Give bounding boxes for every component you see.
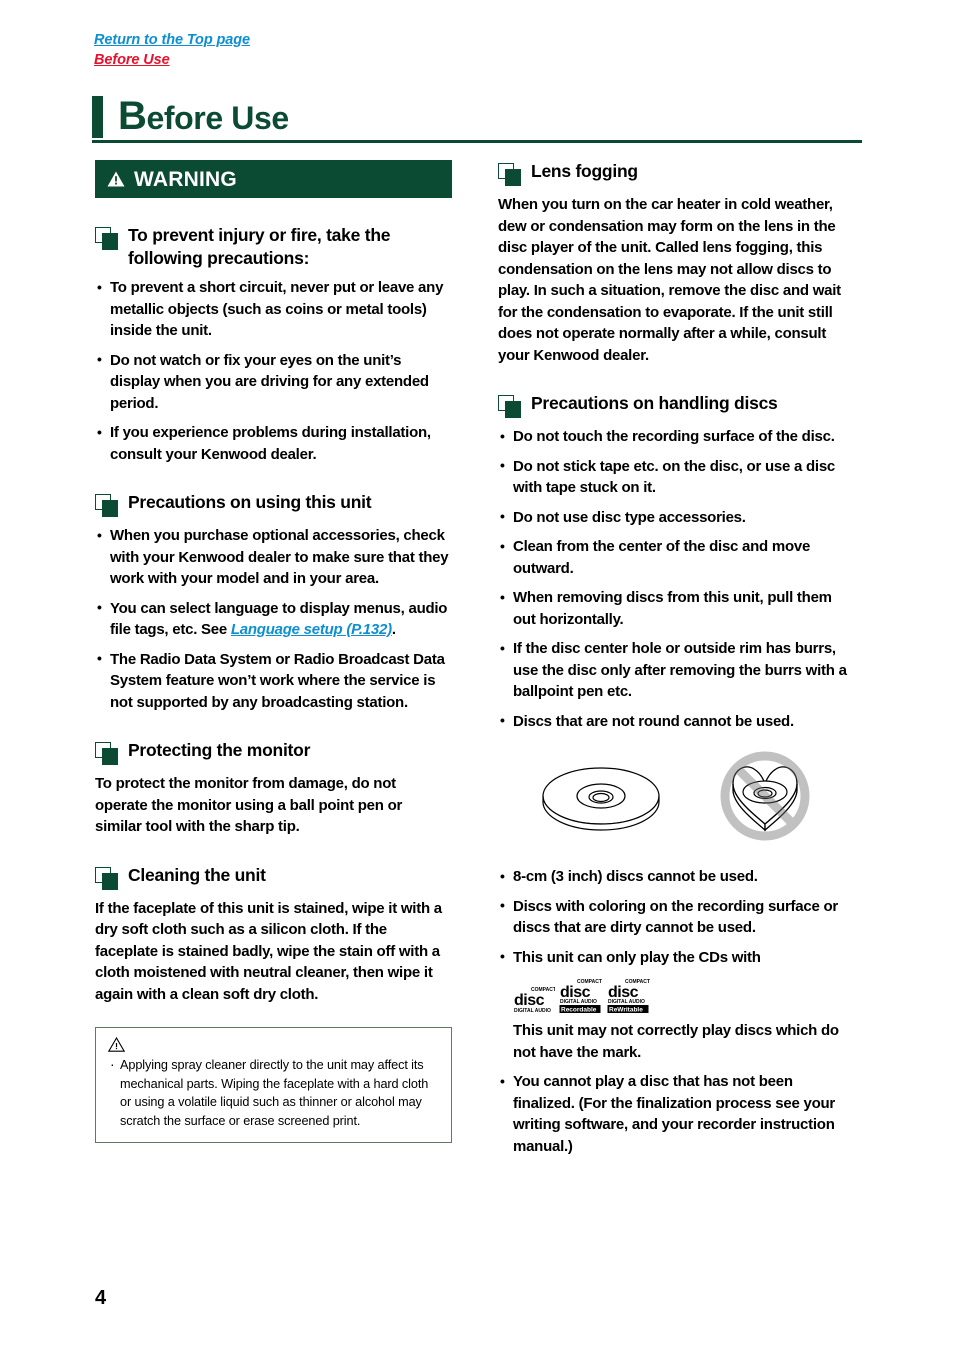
list-item-with-link: You can select language to display menus… bbox=[95, 597, 452, 641]
list-item-text-after: . bbox=[391, 621, 396, 638]
bullet-list-prevent-injury: To prevent a short circuit, never put or… bbox=[95, 277, 452, 465]
section-heading-precautions-using-unit: Precautions on using this unit bbox=[95, 491, 452, 518]
compact-disc-recordable-logo: COMPACT disc DIGITAL AUDIO Recordable bbox=[559, 979, 602, 1014]
warning-triangle-icon bbox=[107, 171, 125, 187]
paragraph-protecting-monitor: To protect the monitor from damage, do n… bbox=[95, 775, 403, 835]
section-title-lens-fogging: Lens fogging bbox=[531, 161, 638, 181]
list-item: The Radio Data System or Radio Broadcast… bbox=[95, 648, 452, 714]
breadcrumb-return-to-top-link[interactable]: Return to the Top page bbox=[94, 30, 794, 50]
list-item: Do not watch or fix your eyes on the uni… bbox=[95, 349, 452, 415]
svg-text:Recordable: Recordable bbox=[561, 1007, 597, 1014]
section-square-icon bbox=[498, 163, 524, 187]
page-title: Before Use bbox=[92, 94, 862, 146]
caution-box: Applying spray cleaner directly to the u… bbox=[95, 1027, 452, 1143]
section-title-precautions-using-unit: Precautions on using this unit bbox=[128, 492, 372, 512]
disc-illustrations bbox=[498, 748, 855, 848]
left-column: WARNING To prevent injury or fire, take … bbox=[95, 160, 452, 1143]
section-heading-protecting-monitor: Protecting the monitor bbox=[95, 739, 452, 766]
warning-banner: WARNING bbox=[95, 160, 452, 198]
section-title-protecting-monitor: Protecting the monitor bbox=[128, 740, 311, 760]
breadcrumb-current-before-use[interactable]: Before Use bbox=[94, 50, 794, 70]
page-title-remainder: efore Use bbox=[146, 100, 290, 136]
svg-text:DIGITAL AUDIO: DIGITAL AUDIO bbox=[560, 999, 597, 1005]
list-item: If you experience problems during instal… bbox=[95, 422, 452, 465]
svg-text:disc: disc bbox=[514, 992, 545, 1009]
compact-disc-rewritable-logo: COMPACT disc DIGITAL AUDIO ReWritable bbox=[607, 979, 650, 1014]
section-square-icon bbox=[95, 227, 121, 251]
cd-logo-row: COMPACT disc DIGITAL AUDIO COMPACT disc … bbox=[498, 976, 855, 1014]
section-heading-cleaning-unit: Cleaning the unit bbox=[95, 864, 452, 891]
section-title-prevent-injury: To prevent injury or fire, take the foll… bbox=[128, 225, 391, 268]
section-square-icon bbox=[95, 742, 121, 766]
list-item: Discs with coloring on the recording sur… bbox=[498, 895, 855, 939]
paragraph-cleaning-unit: If the faceplate of this unit is stained… bbox=[95, 899, 442, 1003]
breadcrumb: Return to the Top page Before Use bbox=[94, 30, 794, 70]
document-page: Return to the Top page Before Use Before… bbox=[0, 0, 954, 1354]
compact-disc-digital-audio-logo: COMPACT disc DIGITAL AUDIO bbox=[514, 987, 555, 1014]
paragraph-lens-fogging: When you turn on the car heater in cold … bbox=[498, 196, 841, 364]
title-accent-bar bbox=[92, 96, 103, 138]
list-item: To prevent a short circuit, never put or… bbox=[95, 277, 452, 342]
list-item: Clean from the center of the disc and mo… bbox=[498, 536, 855, 579]
section-heading-prevent-injury: To prevent injury or fire, take the foll… bbox=[95, 224, 452, 270]
list-item-cd-intro: This unit can only play the CDs with bbox=[498, 946, 855, 969]
warning-banner-label: WARNING bbox=[134, 167, 237, 191]
svg-text:DIGITAL AUDIO: DIGITAL AUDIO bbox=[608, 999, 645, 1005]
section-heading-lens-fogging: Lens fogging bbox=[498, 160, 855, 187]
list-item: Discs that are not round cannot be used. bbox=[498, 710, 855, 733]
cd-logo-followup-text: This unit may not correctly play discs w… bbox=[513, 1022, 839, 1061]
section-heading-precautions-handling-discs: Precautions on handling discs bbox=[498, 392, 855, 419]
page-number: 4 bbox=[95, 1287, 107, 1309]
list-item: Do not stick tape etc. on the disc, or u… bbox=[498, 455, 855, 499]
section-title-precautions-handling-discs: Precautions on handling discs bbox=[531, 393, 778, 413]
caution-triangle-icon bbox=[108, 1037, 125, 1052]
caution-box-text: Applying spray cleaner directly to the u… bbox=[108, 1055, 439, 1130]
bullet-list-handling-discs-before-figure: Do not touch the recording surface of th… bbox=[498, 426, 855, 732]
section-square-icon bbox=[95, 866, 121, 891]
list-item: You cannot play a disc that has not been… bbox=[498, 1071, 855, 1157]
right-column: Lens fogging When you turn on the car he… bbox=[498, 160, 855, 1165]
svg-text:DIGITAL AUDIO: DIGITAL AUDIO bbox=[514, 1008, 551, 1014]
list-item: Do not use disc type accessories. bbox=[498, 506, 855, 529]
list-item: When removing discs from this unit, pull… bbox=[498, 587, 855, 630]
list-item: When you purchase optional accessories, … bbox=[95, 525, 452, 590]
section-square-icon bbox=[95, 494, 121, 518]
page-title-capital: B bbox=[118, 94, 147, 138]
heart-shaped-disc-prohibited-illustration bbox=[720, 751, 809, 841]
svg-text:ReWritable: ReWritable bbox=[609, 1007, 643, 1014]
bullet-list-handling-discs-after-figure: 8-cm (3 inch) discs cannot be used. Disc… bbox=[498, 866, 855, 968]
title-underline-rule bbox=[92, 140, 862, 143]
bullet-list-handling-discs-final: This unit may not correctly play discs w… bbox=[498, 1020, 855, 1157]
list-item: 8-cm (3 inch) discs cannot be used. bbox=[498, 866, 855, 888]
section-square-icon bbox=[498, 395, 524, 419]
bullet-list-precautions-using-unit: When you purchase optional accessories, … bbox=[95, 525, 452, 713]
section-title-cleaning-unit: Cleaning the unit bbox=[128, 864, 266, 885]
list-item: If the disc center hole or outside rim h… bbox=[498, 638, 855, 703]
list-item: Do not touch the recording surface of th… bbox=[498, 426, 855, 448]
round-disc-illustration bbox=[541, 767, 660, 831]
page-title-text: Before Use bbox=[118, 94, 289, 140]
language-setup-link[interactable]: Language setup (P.132) bbox=[231, 621, 392, 638]
